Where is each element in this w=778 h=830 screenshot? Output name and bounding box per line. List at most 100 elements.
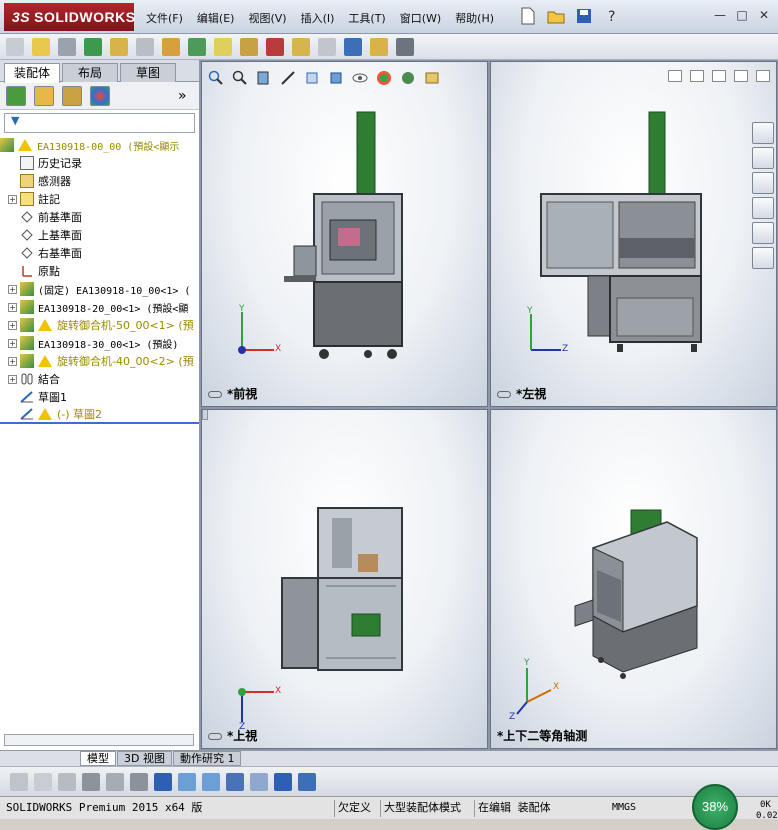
tree-item-sketch2[interactable]: (-) 草圖2 [0, 406, 199, 424]
display-style-icon[interactable] [178, 772, 196, 791]
tree-item-component[interactable]: + (固定) EA130918-10_00<1> ( [0, 280, 199, 298]
appearances-icon[interactable] [752, 222, 774, 244]
bill-of-materials-icon[interactable] [266, 37, 284, 56]
open-folder-icon[interactable] [546, 6, 566, 26]
menu-window[interactable]: 窗口(W) [400, 10, 441, 26]
dashed-lines-icon[interactable] [106, 772, 124, 791]
menu-help[interactable]: 帮助(H) [455, 10, 494, 26]
show-hidden-icon[interactable] [162, 37, 180, 56]
viewport-front[interactable]: Y X *前視 [201, 61, 488, 407]
tab-model[interactable]: 模型 [80, 751, 116, 766]
status-units[interactable]: MMGS [612, 800, 636, 817]
filter-icon[interactable]: ▼ [11, 114, 19, 127]
save-icon[interactable] [274, 772, 292, 791]
exploded-view-icon[interactable] [292, 37, 310, 56]
tree-filter[interactable]: ▼ [4, 113, 195, 133]
tab-3d-views[interactable]: 3D 视图 [117, 751, 172, 766]
menu-edit[interactable]: 编辑(E) [197, 10, 235, 26]
explode-line-sketch-icon[interactable] [318, 37, 336, 56]
menu-tools[interactable]: 工具(T) [348, 10, 385, 26]
linear-pattern-icon[interactable] [84, 37, 102, 56]
normal-to-icon[interactable] [202, 772, 220, 791]
menu-view[interactable]: 视图(V) [248, 10, 286, 26]
expand-icon[interactable]: + [8, 374, 17, 384]
design-library-icon[interactable] [752, 147, 774, 169]
feature-manager-icon[interactable] [6, 85, 26, 106]
clearance-verification-icon[interactable] [370, 37, 388, 56]
new-document-icon[interactable] [518, 6, 538, 26]
interference-detection-icon[interactable] [344, 37, 362, 56]
tree-item-component[interactable]: + EA130918-30_00<1> (預設) [0, 334, 199, 352]
tree-item-sketch1[interactable]: 草圖1 [0, 388, 199, 406]
smart-fastener-icon[interactable] [110, 37, 128, 56]
bottom-toolbar [0, 766, 778, 796]
align-icon[interactable] [130, 772, 148, 791]
tree-item-component[interactable]: + 旋转御合机-50_00<1> (預 [0, 316, 199, 334]
tree-item-front-plane[interactable]: 前基準面 [0, 208, 199, 226]
axis-x-label: X [275, 686, 282, 696]
expand-panel-icon[interactable]: » [178, 88, 187, 104]
assembly-features-icon[interactable] [188, 37, 206, 56]
restore-icon[interactable]: □ [734, 9, 750, 23]
expand-icon[interactable]: + [8, 356, 17, 366]
tree-root[interactable]: EA130918-00_00 (預設<顯示 [0, 136, 199, 154]
reference-geometry-icon[interactable] [214, 37, 232, 56]
expand-icon[interactable]: + [8, 338, 17, 348]
table-icon[interactable] [250, 772, 268, 791]
instant3d-icon[interactable] [396, 37, 414, 56]
menu-insert[interactable]: 插入(I) [301, 10, 335, 26]
expand-icon[interactable]: + [8, 284, 17, 294]
custom-properties-icon[interactable] [752, 247, 774, 269]
view-palette-icon[interactable] [752, 197, 774, 219]
insert-component-icon[interactable] [6, 37, 24, 56]
property-manager-icon[interactable] [34, 85, 54, 106]
command-toolbar [0, 34, 778, 60]
new-motion-study-icon[interactable] [240, 37, 258, 56]
logo-text: SOLIDWORKS [34, 9, 136, 25]
tree-item-component[interactable]: + EA130918-20_00<1> (預設<顯 [0, 298, 199, 316]
move-component-icon[interactable] [136, 37, 154, 56]
save-icon[interactable] [574, 6, 594, 26]
warning-icon [18, 139, 32, 151]
menu-file[interactable]: 文件(F) [146, 10, 183, 26]
lines-icon[interactable] [82, 772, 100, 791]
tree-item-origin[interactable]: 原點 [0, 262, 199, 280]
minimize-icon[interactable]: — [712, 9, 728, 23]
tree-item-right-plane[interactable]: 右基準面 [0, 244, 199, 262]
viewport-top[interactable]: X Z *上視 [201, 409, 488, 749]
tree-item-history[interactable]: 历史记录 [0, 154, 199, 172]
shaded-view-icon[interactable] [298, 772, 316, 791]
tab-sketch[interactable]: 草图 [120, 63, 176, 82]
expand-icon[interactable]: + [8, 194, 17, 204]
status-definition: 欠定义 [334, 800, 371, 817]
axes-icon[interactable] [226, 772, 244, 791]
close-icon[interactable]: ✕ [756, 9, 772, 23]
dimension-icon[interactable] [154, 772, 172, 791]
tree-item-annotations[interactable]: + 註記 [0, 190, 199, 208]
display-manager-icon[interactable] [90, 85, 110, 106]
tree-item-sensors[interactable]: 感测器 [0, 172, 199, 190]
revolve-icon[interactable] [34, 772, 52, 791]
panel-horizontal-scrollbar[interactable] [4, 734, 194, 746]
help-icon[interactable]: ? [602, 6, 622, 26]
tab-assembly[interactable]: 装配体 [4, 63, 60, 83]
file-explorer-icon[interactable] [752, 172, 774, 194]
tree-item-component[interactable]: + 旋转御合机-40_00<2> (預 [0, 352, 199, 370]
solidworks-resources-icon[interactable] [752, 122, 774, 144]
sweep-icon[interactable] [58, 772, 76, 791]
extrude-icon[interactable] [10, 772, 28, 791]
tab-layout[interactable]: 布局 [62, 63, 118, 82]
viewport-left[interactable]: Y Z *左視 [490, 61, 777, 407]
tree-item-mates[interactable]: + 結合 [0, 370, 199, 388]
mate-icon[interactable] [58, 37, 76, 56]
expand-icon[interactable]: + [8, 302, 17, 312]
expand-icon[interactable]: + [8, 320, 17, 330]
solidworks-logo[interactable]: 3S SOLIDWORKS [4, 3, 136, 31]
viewport-iso[interactable]: Y X Z *上下二等角轴测 [490, 409, 777, 749]
tree-item-label: (-) 草圖2 [57, 408, 103, 421]
collapse-panel-handle[interactable] [202, 410, 208, 420]
new-part-icon[interactable] [32, 37, 50, 56]
tree-item-top-plane[interactable]: 上基準面 [0, 226, 199, 244]
tab-motion-study[interactable]: 動作研究 1 [172, 751, 242, 766]
configuration-manager-icon[interactable] [62, 85, 82, 106]
